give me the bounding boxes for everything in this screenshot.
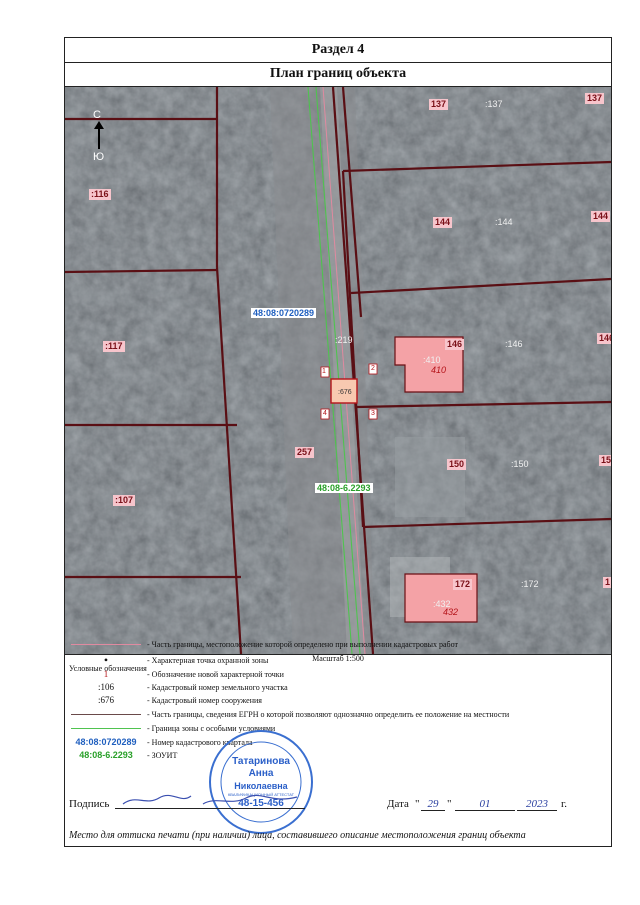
- legend-row-4: :106 - Кадастровый номер земельного учас…: [65, 681, 611, 694]
- stamp-name-2: Анна: [248, 768, 274, 779]
- parcel-label: :219: [335, 335, 353, 345]
- stamp-name-3: Николаевна: [234, 781, 288, 791]
- parcel-label: 137: [429, 99, 449, 110]
- parcel-label: 410: [431, 365, 447, 375]
- legend-symbol-zone: 48:08-6.2293: [79, 750, 133, 760]
- legend-text-6: - Часть границы, сведения ЕГРН о которой…: [147, 710, 510, 719]
- legend-symbol-parcel: :106: [97, 682, 114, 692]
- parcel-label: :676: [338, 389, 352, 396]
- map-svg: [65, 87, 611, 654]
- stamp-name-1: Татаринова: [232, 756, 290, 767]
- legend-symbol-line-green: [69, 722, 143, 735]
- parcel-label: 172: [453, 579, 473, 590]
- parcel-label: :172: [521, 579, 539, 589]
- parcel-label: 432: [443, 607, 459, 617]
- parcel-label: :146: [505, 339, 523, 349]
- legend-text-3: - Обозначение новой характерной точки: [147, 670, 284, 679]
- legend-symbol-structure: :676: [97, 695, 114, 705]
- plan-title: План границ объекта: [65, 62, 611, 87]
- date-label: Дата: [387, 798, 409, 810]
- legend-symbol-point: 1: [103, 669, 109, 679]
- parcel-label: :144: [495, 217, 513, 227]
- arrow-up-icon: [94, 121, 104, 129]
- zone-label: 48:08-6.2293: [315, 483, 373, 493]
- seal-stamp: Татаринова Анна Николаевна КВАЛИФИКАЦИОН…: [207, 728, 315, 836]
- compass-north-label: С: [93, 109, 101, 121]
- footer-note: Место для оттиска печати (при наличии) л…: [69, 830, 526, 841]
- legend-symbol-line-dark: [69, 708, 143, 721]
- parcel-label: 146: [445, 339, 465, 350]
- legend-row-9: 48:08-6.2293 - ЗОУИТ: [65, 749, 611, 762]
- aerial-map: С Ю 137 :137 137 :116 144 :144 144 :117 146 :146 1…: [65, 87, 611, 655]
- date-month: 01: [455, 798, 515, 811]
- parcel-label: :116: [89, 189, 111, 200]
- date-year-suffix: г.: [561, 798, 568, 810]
- point-3-label: 3: [371, 410, 375, 417]
- point-2-label: 2: [371, 365, 375, 372]
- parcel-label: :137: [485, 99, 503, 109]
- point-1-label: 1: [322, 368, 326, 375]
- parcel-label: 15: [599, 455, 611, 466]
- legend-text-1: - Часть границы, местоположение которой …: [147, 640, 458, 649]
- legend-row-3: 1 - Обозначение новой характерной точки: [65, 668, 611, 681]
- parcel-label: :150: [511, 459, 529, 469]
- legend-text-2: - Характерная точка охранной зоны: [147, 656, 269, 665]
- legend-row-8: 48:08:0720289 - Номер кадастрового кварт…: [65, 736, 611, 749]
- parcel-label: 144: [433, 217, 453, 228]
- parcel-label: 1: [603, 577, 611, 588]
- quarter-label: 48:08:0720289: [251, 308, 317, 318]
- section-title: Раздел 4: [65, 38, 611, 63]
- signature-label: Подпись: [69, 798, 110, 810]
- parcel-label: :107: [113, 495, 136, 506]
- legend-text-4: - Кадастровый номер земельного участка: [147, 683, 288, 692]
- parcel-label: 144: [591, 211, 611, 222]
- signature-line: [115, 808, 305, 809]
- compass: С Ю: [91, 109, 109, 169]
- legend-row-6: - Часть границы, сведения ЕГРН о которой…: [65, 708, 611, 721]
- point-4-label: 4: [323, 410, 327, 417]
- date-year: 2023: [517, 798, 557, 811]
- signature-scribble: [121, 792, 301, 808]
- legend-row-7: - Граница зоны с особыми условиями: [65, 722, 611, 735]
- legend-row-1: - Часть границы, местоположение которой …: [65, 638, 611, 651]
- legend-text-9: - ЗОУИТ: [147, 751, 178, 760]
- date-day: 29: [421, 798, 445, 811]
- parcel-label: 137: [585, 93, 605, 104]
- legend-symbol-line-pink: [69, 638, 143, 651]
- parcel-label: :117: [103, 341, 125, 352]
- legend-text-5: - Кадастровый номер сооружения: [147, 696, 262, 705]
- legend-symbol-dot: •: [103, 653, 109, 667]
- compass-south-label: Ю: [93, 151, 105, 163]
- legend-row-5: :676 - Кадастровый номер сооружения: [65, 694, 611, 707]
- parcel-label: 150: [447, 459, 467, 470]
- legend-row-2: • - Характерная точка охранной зоны: [65, 654, 611, 667]
- document-frame: Раздел 4 План границ объекта С Ю 137:13…: [64, 37, 612, 847]
- parcel-label: 257: [295, 447, 315, 458]
- parcel-label: 146: [597, 333, 611, 344]
- legend-symbol-quarter: 48:08:0720289: [75, 737, 137, 747]
